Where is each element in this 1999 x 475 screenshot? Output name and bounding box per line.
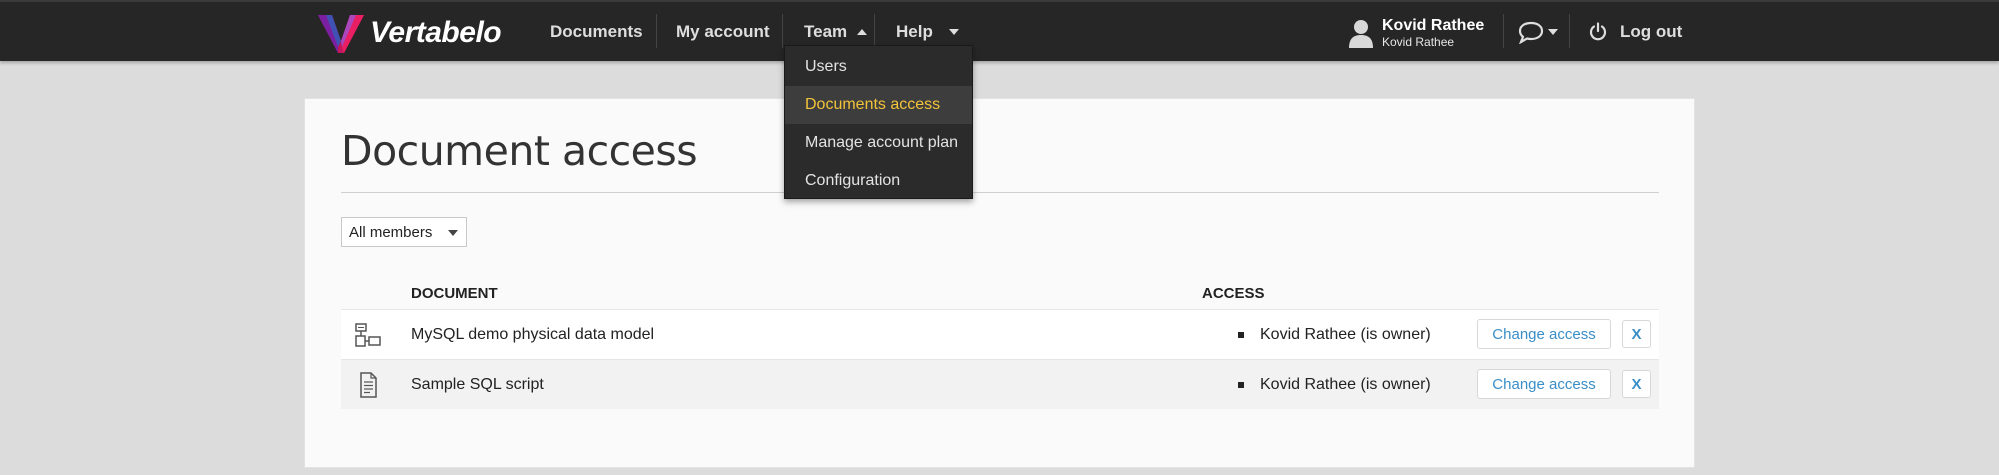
change-access-button[interactable]: Change access — [1477, 319, 1611, 349]
table-row: MySQL demo physical data model Kovid Rat… — [341, 309, 1659, 359]
chat-menu[interactable] — [1518, 2, 1558, 61]
power-icon — [1589, 21, 1607, 40]
sql-script-icon — [360, 372, 377, 398]
menu-item-users[interactable]: Users — [785, 48, 972, 86]
column-header-document: DOCUMENT — [411, 285, 498, 302]
access-entry: Kovid Rathee (is owner) — [1238, 310, 1431, 360]
team-dropdown-menu: Users Documents access Manage account pl… — [784, 45, 973, 199]
nav-team-label: Team — [804, 21, 848, 41]
nav-divider — [782, 14, 783, 48]
menu-item-configuration[interactable]: Configuration — [785, 162, 972, 200]
chevron-up-icon — [857, 28, 868, 35]
menu-item-manage-account-plan[interactable]: Manage account plan — [785, 124, 972, 162]
nav-divider — [1569, 14, 1570, 48]
member-filter-value: All members — [349, 223, 433, 241]
menu-item-documents-access[interactable]: Documents access — [785, 86, 972, 124]
physical-model-icon — [355, 323, 381, 347]
nav-my-account-label: My account — [676, 21, 770, 41]
nav-divider — [1503, 14, 1504, 48]
nav-documents[interactable]: Documents — [550, 2, 643, 61]
remove-access-button[interactable]: X — [1622, 370, 1651, 398]
title-divider — [341, 192, 1659, 193]
bullet-icon — [1238, 332, 1244, 338]
speech-bubble-icon — [1518, 21, 1544, 44]
brand-name: Vertabelo — [370, 16, 502, 49]
user-account-name: Kovid Rathee — [1382, 34, 1455, 49]
member-filter-select[interactable]: All members — [341, 217, 467, 247]
logout-button[interactable]: Log out — [1588, 2, 1682, 61]
user-name: Kovid Rathee — [1382, 17, 1485, 35]
access-owner: Kovid Rathee (is owner) — [1260, 326, 1431, 343]
chevron-down-icon — [448, 230, 458, 236]
column-header-access: ACCESS — [1202, 285, 1265, 302]
access-owner: Kovid Rathee (is owner) — [1260, 376, 1431, 393]
nav-help-label: Help — [896, 21, 933, 41]
nav-documents-label: Documents — [550, 21, 643, 41]
page-title: Document access — [341, 127, 698, 175]
nav-my-account[interactable]: My account — [676, 2, 770, 61]
document-name[interactable]: Sample SQL script — [411, 360, 544, 410]
vertabelo-logo[interactable]: Vertabelo — [316, 11, 502, 55]
nav-divider — [874, 14, 875, 48]
document-access-panel: Document access All members DOCUMENT ACC… — [304, 98, 1695, 468]
change-access-button[interactable]: Change access — [1477, 369, 1611, 399]
top-navigation-bar: Vertabelo Documents My account Team Help… — [0, 0, 1999, 61]
logout-label: Log out — [1620, 21, 1683, 41]
user-profile[interactable]: Kovid Rathee Kovid Rathee — [1348, 12, 1484, 54]
vertabelo-logo-icon — [318, 15, 364, 53]
user-avatar-icon — [1349, 20, 1373, 48]
document-name[interactable]: MySQL demo physical data model — [411, 310, 654, 360]
chevron-down-icon — [948, 28, 959, 35]
bullet-icon — [1238, 382, 1244, 388]
table-row: Sample SQL script Kovid Rathee (is owner… — [341, 359, 1659, 409]
access-entry: Kovid Rathee (is owner) — [1238, 360, 1431, 410]
remove-access-button[interactable]: X — [1622, 320, 1651, 348]
chevron-down-icon — [1548, 28, 1558, 35]
nav-divider — [656, 14, 657, 48]
